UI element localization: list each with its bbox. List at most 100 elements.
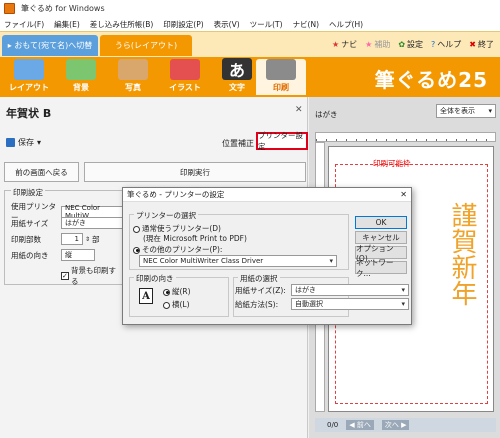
chevron-down-icon: ▾ (401, 286, 405, 294)
orientation-label: 用紙の向き (11, 250, 49, 260)
help-label: ヘルプ (437, 40, 462, 49)
prev-page-button[interactable]: ◀ 前へ (346, 420, 374, 430)
tab-ura[interactable]: うら(レイアウト) (100, 35, 192, 56)
close-icon[interactable]: ✕ (400, 190, 407, 199)
horizontal-ruler (315, 132, 496, 142)
ribbon-print-button[interactable]: 印刷 (256, 59, 306, 95)
page-counter: 0/0 (327, 421, 339, 429)
copies-input[interactable]: 1 (61, 233, 83, 245)
copies-row: 印刷部数 1 ⇕ 部 (11, 233, 100, 245)
normal-printer-sub: (現在 Microsoft Print to PDF) (143, 234, 247, 243)
ribbon-background-label: 背景 (73, 83, 89, 92)
layout-icon (14, 59, 44, 80)
text-icon: あ (222, 58, 252, 80)
portrait-orientation-icon: A (139, 288, 153, 304)
chevron-down-icon: ▾ (37, 138, 42, 147)
portrait-option[interactable]: 縦(R) (163, 286, 191, 297)
menu-bar: ファイル(F) 編集(E) 差し込み住所帳(B) 印刷設定(P) 表示(V) ツ… (0, 17, 500, 31)
chevron-down-icon: ▾ (401, 300, 405, 308)
illust-icon (170, 59, 200, 80)
hojo-link[interactable]: ★ 補助 (365, 39, 390, 50)
other-printer-value: NEC Color MultiWriter Class Driver (143, 257, 264, 265)
print-settings-group: 印刷設定 使用プリンター NEC Color MultiW 用紙サイズ はがき … (4, 187, 124, 287)
tab-omote[interactable]: ▸ おもて(宛て名)へ切替 (2, 35, 98, 56)
printer-icon (266, 59, 296, 80)
portrait-radio[interactable] (163, 288, 170, 296)
background-icon (66, 59, 96, 80)
position-correction-button[interactable]: 位置補正 (222, 138, 254, 149)
ribbon-photo-button[interactable]: 写真 (108, 59, 158, 95)
copies-stepper[interactable]: ⇕ (85, 236, 90, 243)
menu-print-settings[interactable]: 印刷設定(P) (163, 19, 203, 30)
ribbon-illust-label: イラスト (169, 83, 201, 92)
portrait-label: 縦(R) (172, 287, 191, 296)
exit-link[interactable]: ✖ 終了 (469, 39, 494, 50)
other-printer-option[interactable]: その他のプリンター(P): (133, 244, 222, 255)
size-label: 用紙サイズ (11, 218, 49, 228)
save-button[interactable]: 保存 ▾ (6, 137, 41, 148)
ok-button[interactable]: OK (355, 216, 407, 229)
ribbon-layout-button[interactable]: レイアウト (4, 59, 54, 95)
ribbon-background-button[interactable]: 背景 (56, 59, 106, 95)
tab-omote-label: おもて(宛て名)へ切替 (14, 41, 93, 50)
settings-label: 設定 (407, 40, 424, 49)
orientation-select[interactable]: 縦 (61, 249, 95, 261)
copies-unit: 部 (92, 234, 100, 244)
menu-edit[interactable]: 編集(E) (54, 19, 80, 30)
landscape-option[interactable]: 横(L) (163, 299, 190, 310)
brand-logo: 筆ぐるめ25 (374, 68, 488, 92)
network-button[interactable]: ネットワーク... (355, 258, 407, 278)
app-icon (4, 3, 15, 14)
menu-view[interactable]: 表示(V) (214, 19, 240, 30)
print-execute-button[interactable]: 印刷実行 (84, 162, 306, 182)
close-icon: ✖ (469, 40, 476, 49)
printer-settings-dialog: 筆ぐるめ - プリンターの設定 ✕ プリンターの選択 通常使うプリンター(D) … (122, 187, 412, 325)
panel-close-icon[interactable]: ✕ (295, 105, 303, 115)
back-button[interactable]: 前の画面へ戻る (4, 162, 79, 182)
other-printer-radio[interactable] (133, 246, 140, 254)
paper-feed-select[interactable]: 自動選択 ▾ (291, 298, 409, 310)
normal-printer-radio[interactable] (133, 225, 140, 233)
tab-ura-label: うら(レイアウト) (114, 41, 178, 50)
title-bar: 筆ぐるめ for Windows (0, 0, 500, 17)
ribbon-layout-label: レイアウト (9, 83, 49, 92)
chevron-down-icon: ▾ (488, 107, 492, 115)
save-label: 保存 (18, 138, 34, 147)
print-settings-legend: 印刷設定 (11, 187, 45, 198)
menu-help[interactable]: ヘルプ(H) (329, 19, 363, 30)
landscape-radio[interactable] (163, 301, 170, 309)
paper-size-dialog-select[interactable]: はがき ▾ (291, 284, 409, 296)
zoom-value: 全体を表示 (440, 107, 475, 115)
ribbon-text-button[interactable]: あ 文字 (212, 58, 262, 95)
gear-icon: ✿ (398, 40, 406, 49)
ribbon-illust-button[interactable]: イラスト (160, 59, 210, 95)
star-icon: ★ (365, 40, 373, 49)
bg-print-row: ✓ 背景も印刷する (61, 265, 123, 287)
orientation-row: 用紙の向き 縦 (11, 249, 95, 261)
greeting-text[interactable]: 謹賀新年 (445, 202, 479, 306)
navi-link[interactable]: ★ ナビ (332, 39, 357, 50)
exit-label: 終了 (478, 40, 494, 49)
paper-group-caption: 用紙の選択 (238, 273, 280, 284)
other-printer-select[interactable]: NEC Color MultiWriter Class Driver ▾ (139, 255, 337, 267)
paper-size-select[interactable]: はがき (61, 217, 123, 229)
preview-statusbar: 0/0 ◀ 前へ 次へ ▶ (315, 418, 496, 432)
zoom-select[interactable]: 全体を表示 ▾ (436, 104, 496, 118)
next-page-button[interactable]: 次へ ▶ (381, 420, 410, 430)
save-icon (6, 138, 15, 147)
paper-feed-label: 給紙方法(S): (235, 300, 279, 309)
bg-print-checkbox[interactable]: ✓ (61, 272, 69, 280)
printer-settings-button[interactable]: プリンター設定 (256, 131, 308, 151)
settings-link[interactable]: ✿ 設定 (398, 39, 423, 50)
landscape-label: 横(L) (172, 300, 190, 309)
chevron-down-icon: ▾ (329, 257, 333, 265)
menu-address-book[interactable]: 差し込み住所帳(B) (90, 19, 154, 30)
help-link[interactable]: ? ヘルプ (431, 39, 461, 50)
document-title: 年賀状 B (6, 107, 52, 120)
menu-navi[interactable]: ナビ(N) (293, 19, 319, 30)
menu-tools[interactable]: ツール(T) (250, 19, 283, 30)
navi-label: ナビ (341, 40, 358, 49)
mode-tab-bar: ▸ おもて(宛て名)へ切替 うら(レイアウト) ★ ナビ ★ 補助 ✿ 設定 ? ヘルプ… (0, 31, 500, 57)
menu-file[interactable]: ファイル(F) (4, 19, 44, 30)
ribbon: レイアウト 背景 写真 イラスト あ 文字 印刷 筆ぐるめ25 (0, 57, 500, 97)
